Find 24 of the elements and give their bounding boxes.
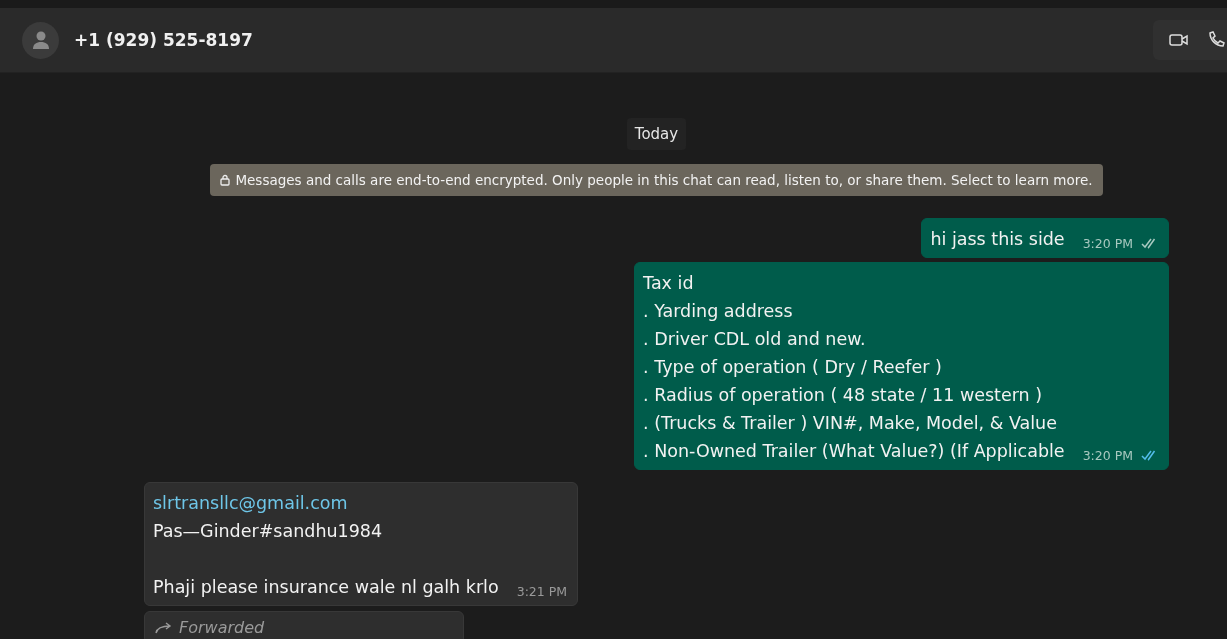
message-text: Pas—Ginder#sandhu1984 [153,520,384,543]
video-call-button[interactable] [1169,32,1189,48]
message-text: Tax id [643,272,695,295]
contact-name: +1 (929) 525-8197 [74,30,254,50]
message-text: hi jass this side [930,228,1065,251]
message-text: Phaji please insurance wale nl galh krlo [153,576,499,599]
message-text: . Driver CDL old and new. [643,328,867,351]
message-time: 3:20 PM [1082,448,1133,463]
email-link[interactable]: slrtransllc@gmail.com [153,489,499,517]
message-time: 3:20 PM [1082,236,1133,251]
date-chip: Today [626,118,687,150]
message-text: . Radius of operation ( 48 state / 11 western ) [643,384,1044,407]
message-text: . Non-Owned Trailer (What Value?) (If Applicable [643,440,1065,463]
avatar-icon [22,21,59,59]
message-time: 3:21 PM [516,584,568,599]
message-text: . Yarding address [643,300,794,323]
message-text: . Type of operation ( Dry / Reefer ) [643,356,943,379]
voice-call-button[interactable] [1207,31,1225,49]
notice-text: Messages and calls are end-to-end encrypted. Only people in this chat can read, listen to, or share them. Select to learn more. [235,172,1093,188]
message-text: . (Trucks & Trailer ) VIN#, Make, Model, & Value [643,412,1058,435]
lock-icon [220,174,231,186]
forward-arrow-icon [155,621,173,634]
forwarded-label: Forwarded [179,618,265,637]
encryption-notice[interactable]: Messages and calls are end-to-end encrypted. Only people in this chat can read, listen to, or share them. Select to learn more. [210,164,1103,196]
